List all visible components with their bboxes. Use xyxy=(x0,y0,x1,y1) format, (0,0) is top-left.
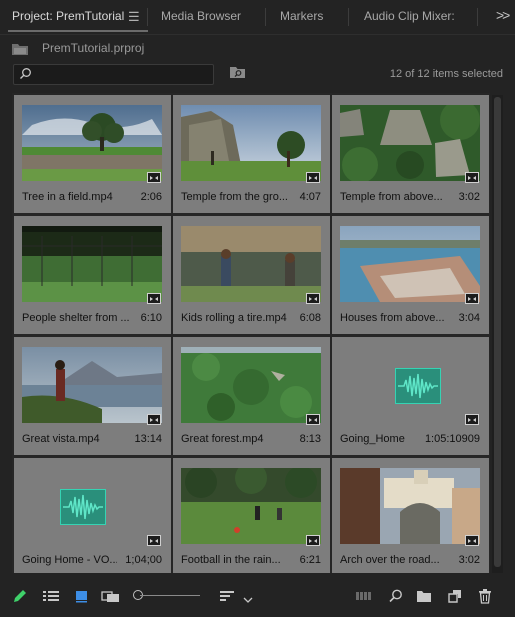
tab-audio-clip-mixer[interactable]: Audio Clip Mixer: xyxy=(364,9,455,23)
clip-card[interactable]: Going Home - VO... 1;04;00 xyxy=(14,458,171,573)
tab-divider xyxy=(147,8,148,26)
clip-duration: 1:05:10909 xyxy=(424,433,480,445)
clip-duration: 8:13 xyxy=(299,433,321,445)
clip-thumbnail xyxy=(181,468,321,544)
chevron-down-icon[interactable] xyxy=(243,591,253,609)
clip-name: People shelter from ... xyxy=(22,312,130,324)
clip-thumbnail xyxy=(22,468,162,544)
clip-name: Kids rolling a tire.mp4 xyxy=(181,312,287,324)
clip-name: Temple from above... xyxy=(340,191,443,203)
clip-name: Football in the rain... xyxy=(181,554,281,566)
audio-waveform-icon xyxy=(60,489,106,525)
clip-type-badge-icon xyxy=(465,293,479,304)
clip-card[interactable]: Tree in a field.mp4 2:06 xyxy=(14,95,171,213)
clip-thumbnail xyxy=(340,347,480,423)
clip-duration: 6:08 xyxy=(299,312,321,324)
freeform-view-icon[interactable] xyxy=(101,588,121,609)
clip-type-badge-icon xyxy=(147,414,161,425)
clip-type-badge-icon xyxy=(306,293,320,304)
clip-card[interactable]: Kids rolling a tire.mp4 6:08 xyxy=(173,216,330,334)
search-icon xyxy=(19,67,32,85)
clip-name: Arch over the road... xyxy=(340,554,440,566)
item-count-label: 12 of 12 items selected xyxy=(389,68,503,80)
zoom-slider[interactable] xyxy=(140,595,200,596)
clip-name: Going_Home... xyxy=(340,433,405,445)
clip-thumbnail xyxy=(22,347,162,423)
pencil-icon[interactable] xyxy=(12,588,28,609)
tab-media-browser[interactable]: Media Browser xyxy=(161,9,241,23)
clip-name: Great vista.mp4 xyxy=(22,433,100,445)
project-file-name: PremTutorial.prproj xyxy=(42,41,145,55)
clip-duration: 4:07 xyxy=(299,191,321,203)
clip-card[interactable]: Great vista.mp4 13:14 xyxy=(14,337,171,455)
panel-menu-icon[interactable]: ☰ xyxy=(128,9,140,25)
clip-name: Temple from the gro... xyxy=(181,191,288,203)
panel-tab-bar: Project: PremTutorial ☰ Media Browser Ma… xyxy=(0,0,515,35)
clip-duration: 3:02 xyxy=(458,554,480,566)
icon-view-icon[interactable] xyxy=(74,588,90,609)
tab-divider xyxy=(265,8,266,26)
clip-grid: Tree in a field.mp4 2:06 Temple from the… xyxy=(12,93,490,573)
grid-scrollbar[interactable] xyxy=(492,95,503,573)
trash-icon[interactable] xyxy=(477,588,493,609)
clip-thumbnail xyxy=(181,226,321,302)
clip-thumbnail xyxy=(181,105,321,181)
clip-type-badge-icon xyxy=(465,414,479,425)
clip-thumbnail xyxy=(340,226,480,302)
clip-thumbnail xyxy=(340,105,480,181)
clip-duration: 3:04 xyxy=(458,312,480,324)
clip-type-badge-icon xyxy=(306,172,320,183)
clip-card[interactable]: Temple from the gro... 4:07 xyxy=(173,95,330,213)
clip-card[interactable]: Football in the rain... 6:21 xyxy=(173,458,330,573)
clip-type-badge-icon xyxy=(465,172,479,183)
tab-markers[interactable]: Markers xyxy=(280,9,323,23)
clip-duration: 6:21 xyxy=(299,554,321,566)
clip-type-badge-icon xyxy=(465,535,479,546)
clip-type-badge-icon xyxy=(147,172,161,183)
clip-duration: 13:14 xyxy=(134,433,162,445)
clip-card[interactable]: Great forest.mp4 8:13 xyxy=(173,337,330,455)
project-file-row: PremTutorial.prproj xyxy=(12,38,502,58)
clip-thumbnail xyxy=(22,105,162,181)
new-item-icon[interactable] xyxy=(447,588,463,609)
clip-duration: 3:02 xyxy=(458,191,480,203)
sort-icon[interactable] xyxy=(219,588,235,609)
clip-card[interactable]: Temple from above... 3:02 xyxy=(332,95,489,213)
clip-duration: 2:06 xyxy=(140,191,162,203)
tab-divider xyxy=(477,8,478,26)
clip-thumbnail xyxy=(340,468,480,544)
clip-card[interactable]: Houses from above... 3:04 xyxy=(332,216,489,334)
automate-to-sequence-icon[interactable] xyxy=(355,588,373,609)
clip-type-badge-icon xyxy=(306,414,320,425)
active-tab-underline xyxy=(8,30,148,32)
clip-duration: 1;04;00 xyxy=(125,554,162,566)
clip-card[interactable]: People shelter from ... 6:10 xyxy=(14,216,171,334)
project-folder-icon xyxy=(12,42,28,60)
clip-card[interactable]: Going_Home... 1:05:10909 xyxy=(332,337,489,455)
clip-duration: 6:10 xyxy=(140,312,162,324)
clip-type-badge-icon xyxy=(147,535,161,546)
clip-thumbnail xyxy=(181,347,321,423)
clip-thumbnail xyxy=(22,226,162,302)
new-search-bin-icon[interactable] xyxy=(230,66,246,84)
clip-name: Tree in a field.mp4 xyxy=(22,191,113,203)
clip-card[interactable]: Arch over the road... 3:02 xyxy=(332,458,489,573)
clip-type-badge-icon xyxy=(147,293,161,304)
tab-overflow-icon[interactable]: >> xyxy=(496,7,510,23)
new-bin-icon[interactable] xyxy=(416,588,432,609)
tab-divider xyxy=(348,8,349,26)
clip-name: Great forest.mp4 xyxy=(181,433,264,445)
search-input[interactable] xyxy=(13,64,214,85)
clip-type-badge-icon xyxy=(306,535,320,546)
scrollbar-thumb[interactable] xyxy=(494,97,501,567)
tab-project[interactable]: Project: PremTutorial xyxy=(12,9,124,23)
find-icon[interactable] xyxy=(388,588,404,609)
clip-name: Houses from above... xyxy=(340,312,445,324)
list-view-icon[interactable] xyxy=(42,588,60,609)
audio-waveform-icon xyxy=(395,368,441,404)
bottom-toolbar xyxy=(0,580,515,617)
clip-name: Going Home - VO... xyxy=(22,554,117,566)
